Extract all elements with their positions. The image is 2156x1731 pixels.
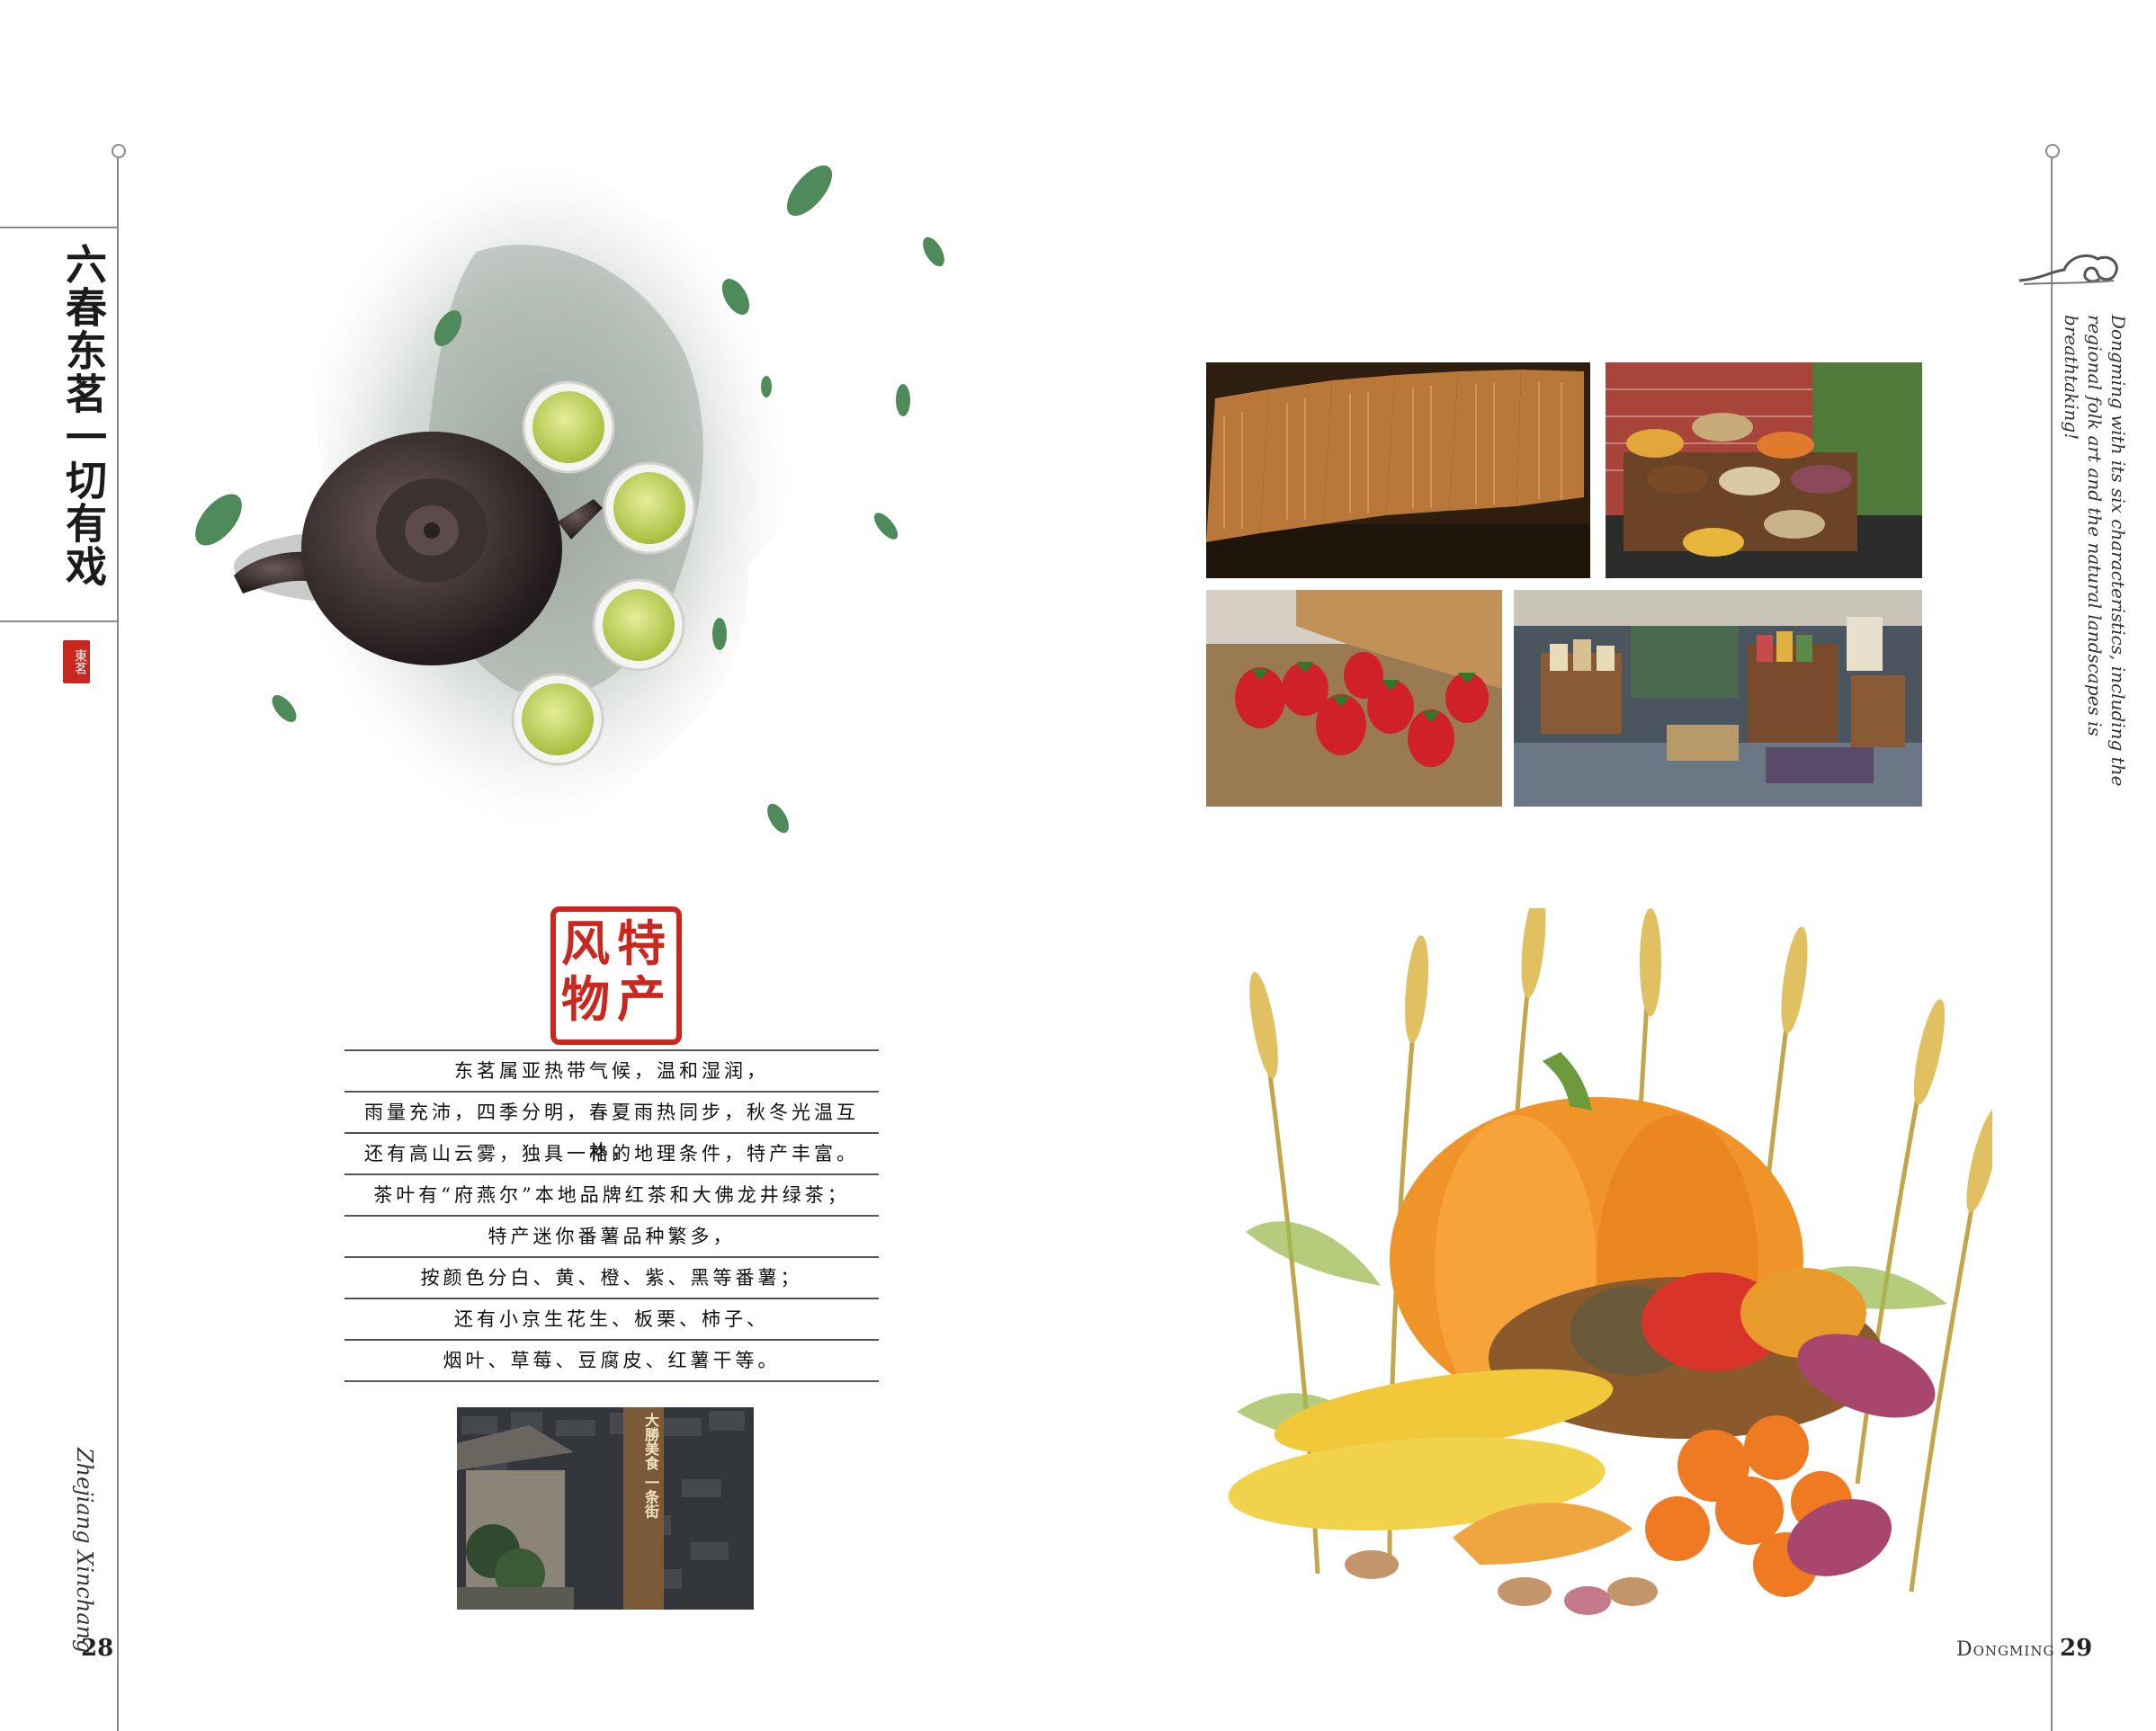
body-line: 烟叶、草莓、豆腐皮、红薯干等。 [344, 1339, 879, 1382]
page-number-right: 29 [2060, 1635, 2093, 1662]
specialty-shop-photo [1514, 590, 1922, 807]
body-line: 雨量充沛，四季分明，春夏雨热同步，秋冬光温互补， [344, 1091, 879, 1163]
footer-label-right: Dongming [1956, 1638, 2055, 1661]
produce-stall-photo [1606, 362, 1922, 578]
title-bottom-rule [0, 620, 118, 622]
seal-char: 特 [617, 915, 666, 972]
drying-tobacco-photo [1206, 362, 1590, 578]
body-line: 还有小京生花生、板栗、柿子、 [344, 1298, 879, 1339]
food-street-photo: 大勝美食 一条街 [457, 1407, 754, 1610]
cloud-ornament-icon [2018, 254, 2118, 285]
right-margin-ring [2045, 144, 2060, 158]
strawberries-photo [1206, 590, 1502, 807]
specialty-seal: 特 产 风 物 [550, 906, 682, 1045]
vertical-title: 六春东茗一切有戏 [59, 243, 108, 588]
right-margin-rule [2051, 153, 2053, 1731]
body-line: 东茗属亚热带气候，温和湿润， [344, 1049, 879, 1091]
left-margin-rule [117, 153, 119, 1731]
small-red-seal: 東茗 [63, 640, 90, 683]
tea-ink-illustration [195, 156, 944, 834]
title-top-rule [0, 227, 118, 228]
body-line: 特产迷你番薯品种繁多， [344, 1215, 879, 1256]
body-line: 还有高山云雾，独具一格的地理条件，特产丰富。 [344, 1132, 879, 1173]
photo-sign-text: 大勝美食 一条街 [642, 1413, 659, 1519]
seal-char: 产 [617, 970, 666, 1028]
body-line: 茶叶有“府燕尔”本地品牌红茶和大佛龙井绿茶； [344, 1173, 879, 1215]
side-caption-english: Dongming with its six characteristics, i… [2061, 315, 2129, 787]
page-number-left: 28 [81, 1635, 114, 1662]
footer-english-left: Zhejiang Xinchang [72, 1448, 97, 1654]
left-margin-ring [112, 144, 126, 158]
seal-char: 风 [561, 915, 610, 972]
harvest-watercolor-illustration [1228, 908, 1992, 1615]
seal-char: 物 [561, 970, 610, 1028]
body-line: 按颜色分白、黄、橙、紫、黑等番薯； [344, 1256, 879, 1298]
